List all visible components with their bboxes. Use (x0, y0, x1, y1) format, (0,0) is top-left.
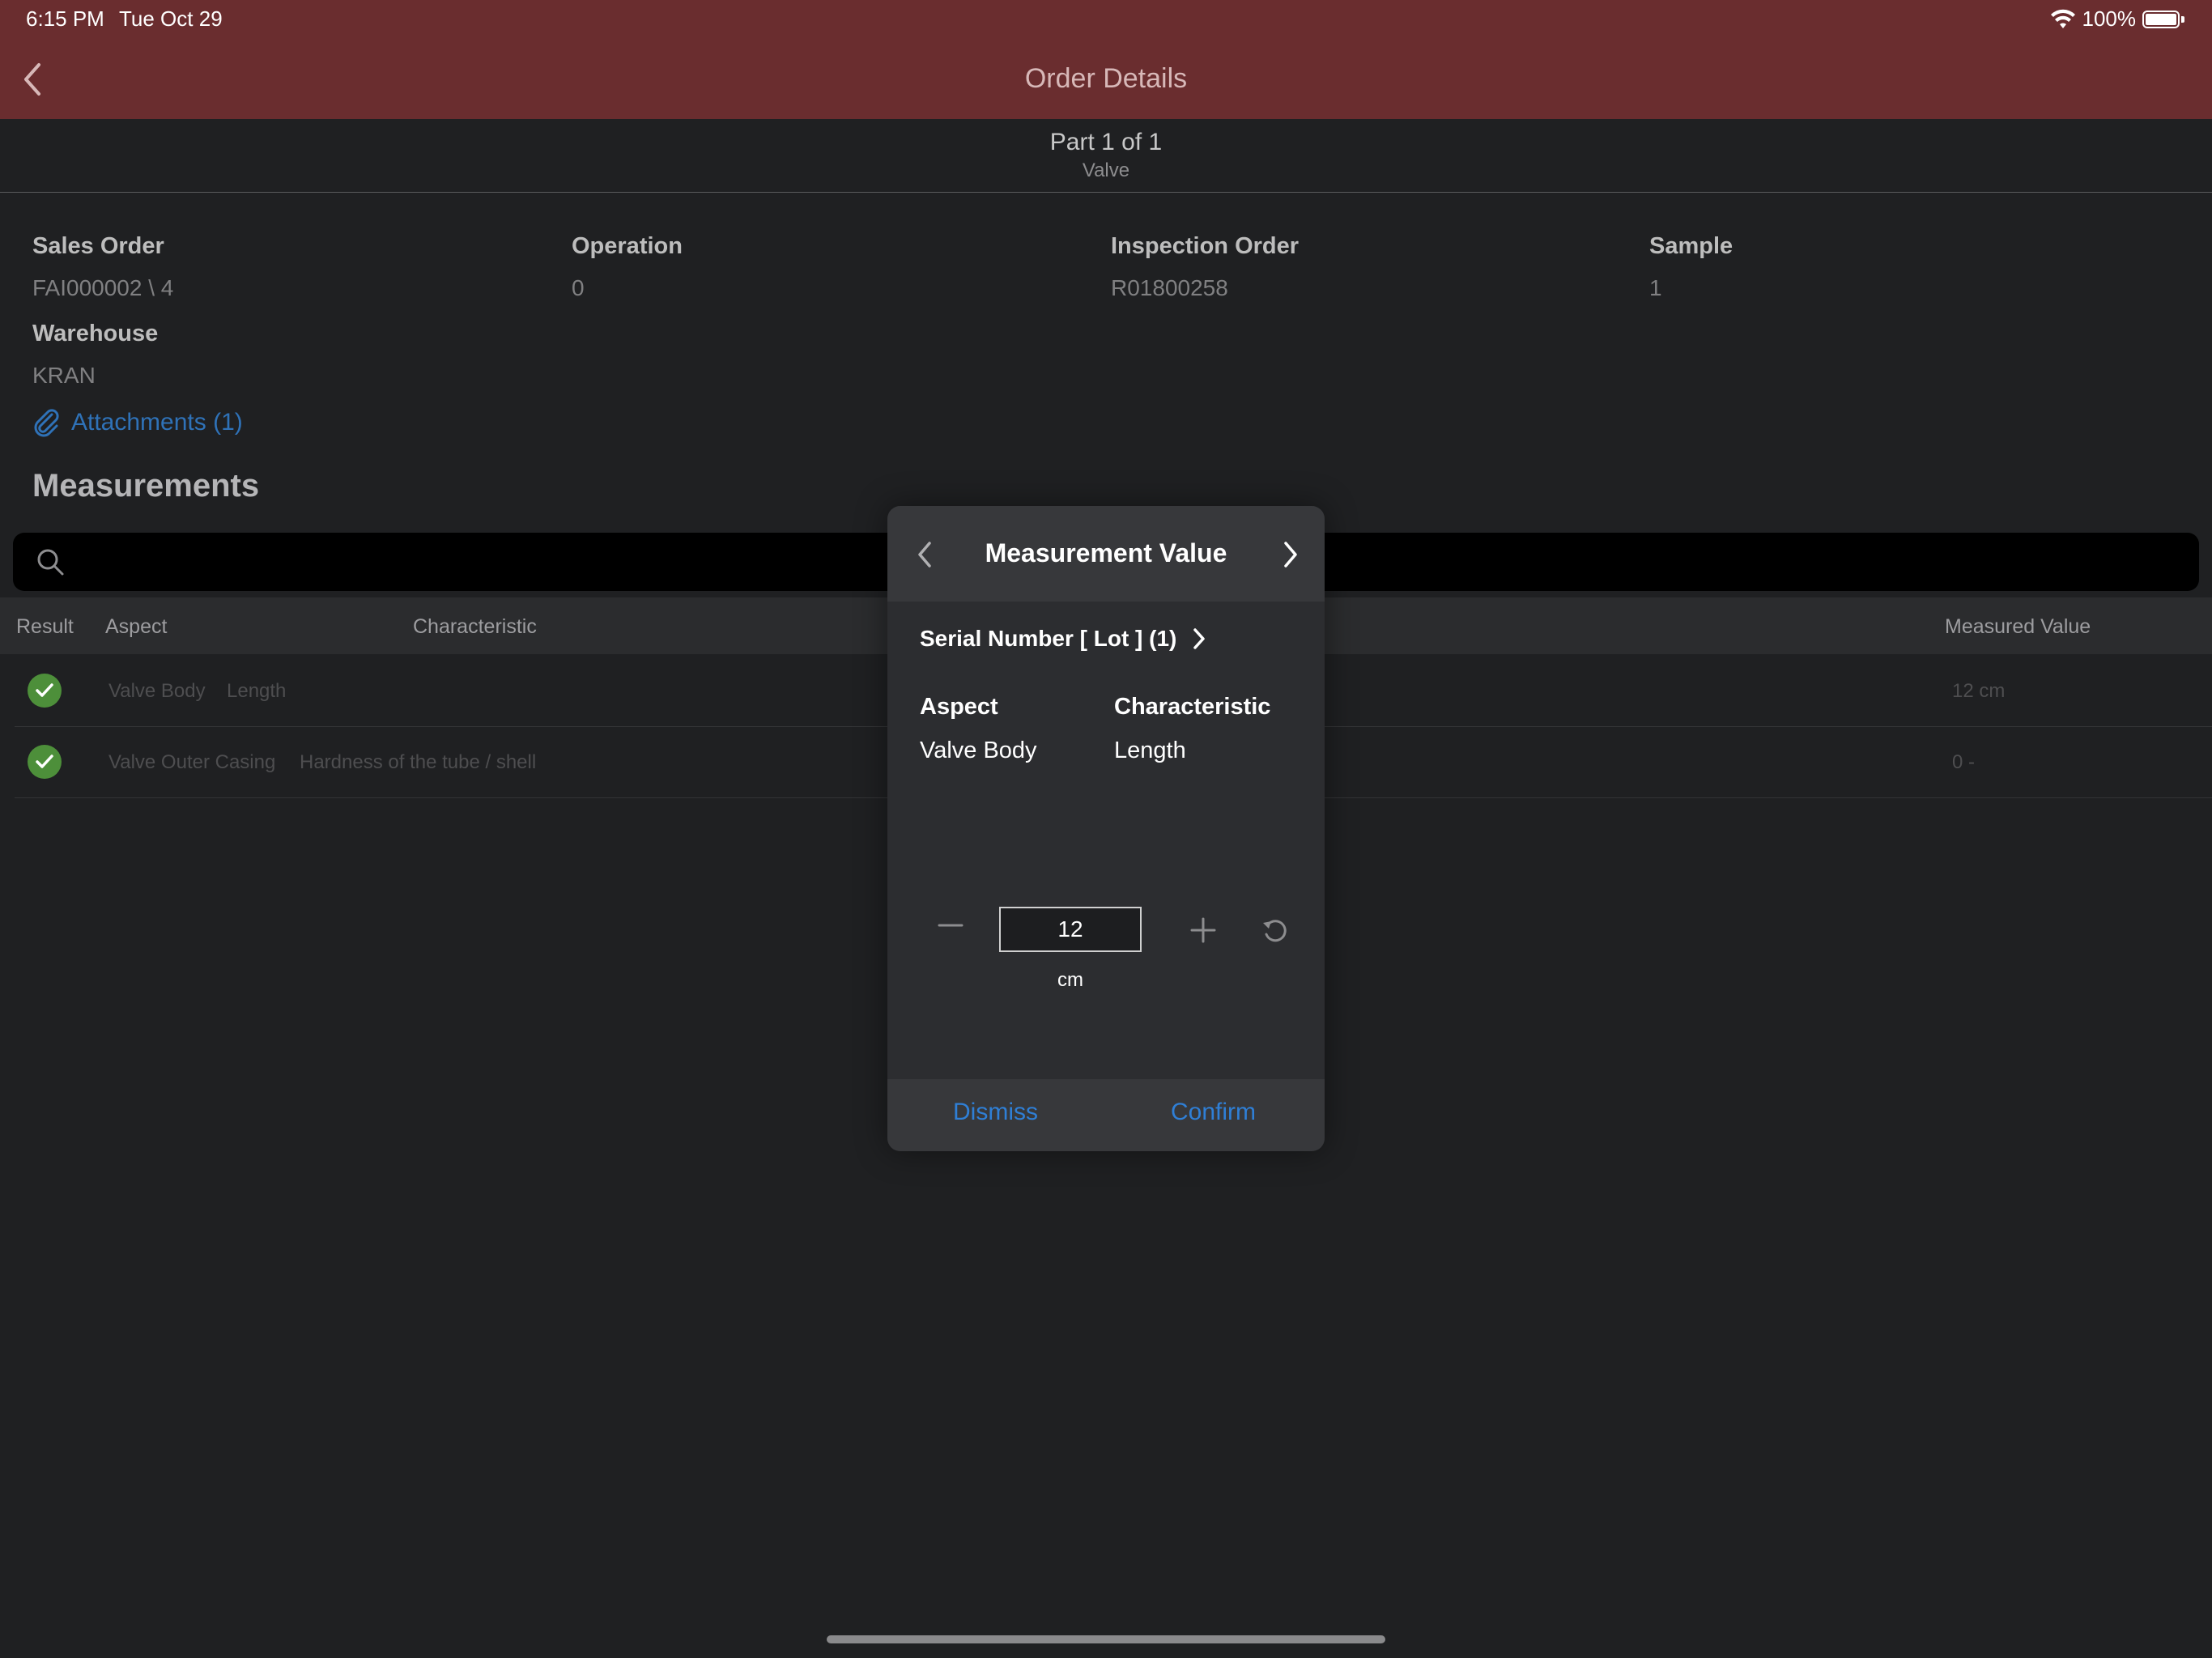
reset-icon[interactable] (1260, 915, 1291, 946)
inspection-order-label: Inspection Order (1111, 233, 1300, 259)
chevron-right-icon[interactable] (1279, 540, 1302, 569)
aspect-label: Aspect (920, 694, 998, 720)
inspection-order-value: R01800258 (1111, 275, 1228, 300)
column-header-characteristic: Characteristic (413, 615, 537, 638)
search-icon (37, 549, 64, 576)
row-aspect: Valve Outer Casing (108, 751, 276, 773)
measurement-value-input[interactable] (999, 907, 1142, 952)
battery-percent: 100% (2082, 6, 2137, 31)
warehouse-value: KRAN (32, 363, 96, 388)
row-measured-value: 12 cm (1952, 680, 2006, 702)
status-indicators: 100% (2050, 6, 2184, 32)
confirm-button[interactable]: Confirm (1171, 1099, 1256, 1126)
dialog-title: Measurement Value (985, 538, 1227, 568)
dialog-header: Measurement Value (887, 506, 1325, 602)
operation-label: Operation (572, 233, 683, 259)
sample-label: Sample (1649, 233, 1733, 259)
attachments-label: Attachments (1) (71, 409, 243, 436)
home-indicator (827, 1635, 1385, 1643)
check-circle-icon (28, 745, 62, 779)
chevron-right-icon (1193, 628, 1206, 649)
measurement-value-dialog: Measurement Value Serial Number [ Lot ] … (887, 506, 1325, 1151)
aspect-value: Valve Body (920, 738, 1037, 763)
row-measured-value: 0 - (1952, 751, 1976, 773)
row-characteristic: Hardness of the tube / shell (300, 751, 537, 773)
serial-number-label: Serial Number [ Lot ] (1) (920, 626, 1177, 651)
status-date: Tue Oct 29 (119, 6, 223, 31)
dialog-footer: Dismiss Confirm (887, 1079, 1325, 1151)
measurements-heading: Measurements (32, 468, 260, 504)
operation-value: 0 (572, 275, 585, 300)
row-characteristic: Length (227, 680, 287, 702)
paperclip-icon (34, 409, 59, 437)
wifi-icon (2050, 9, 2075, 28)
column-header-result: Result (16, 615, 74, 638)
part-title: Part 1 of 1 (1049, 129, 1163, 155)
part-header: Part 1 of 1 Valve (0, 119, 2212, 193)
page-title: Order Details (1024, 63, 1188, 94)
check-circle-icon (28, 674, 62, 708)
plus-icon[interactable] (1189, 916, 1218, 945)
navigation-bar: 6:15 PM Tue Oct 29 100% Order Details (0, 0, 2212, 119)
battery-icon (2142, 10, 2184, 28)
serial-number-selector[interactable]: Serial Number [ Lot ] (1) (920, 626, 1207, 652)
attachments-link[interactable]: Attachments (1) (32, 408, 243, 437)
part-subtitle: Valve (1082, 159, 1130, 181)
column-header-measured-value: Measured Value (1945, 615, 2091, 638)
column-header-aspect: Aspect (105, 615, 168, 638)
sample-value: 1 (1649, 275, 1662, 300)
sales-order-label: Sales Order (32, 233, 164, 259)
sales-order-value: FAI000002 \ 4 (32, 275, 174, 300)
warehouse-label: Warehouse (32, 321, 159, 346)
dismiss-button[interactable]: Dismiss (953, 1099, 1038, 1126)
unit-label: cm (1057, 969, 1083, 991)
minus-icon[interactable] (936, 911, 965, 940)
row-aspect: Valve Body (108, 680, 206, 702)
characteristic-value: Length (1114, 738, 1186, 763)
status-time: 6:15 PM (26, 6, 104, 31)
characteristic-label: Characteristic (1114, 694, 1271, 720)
